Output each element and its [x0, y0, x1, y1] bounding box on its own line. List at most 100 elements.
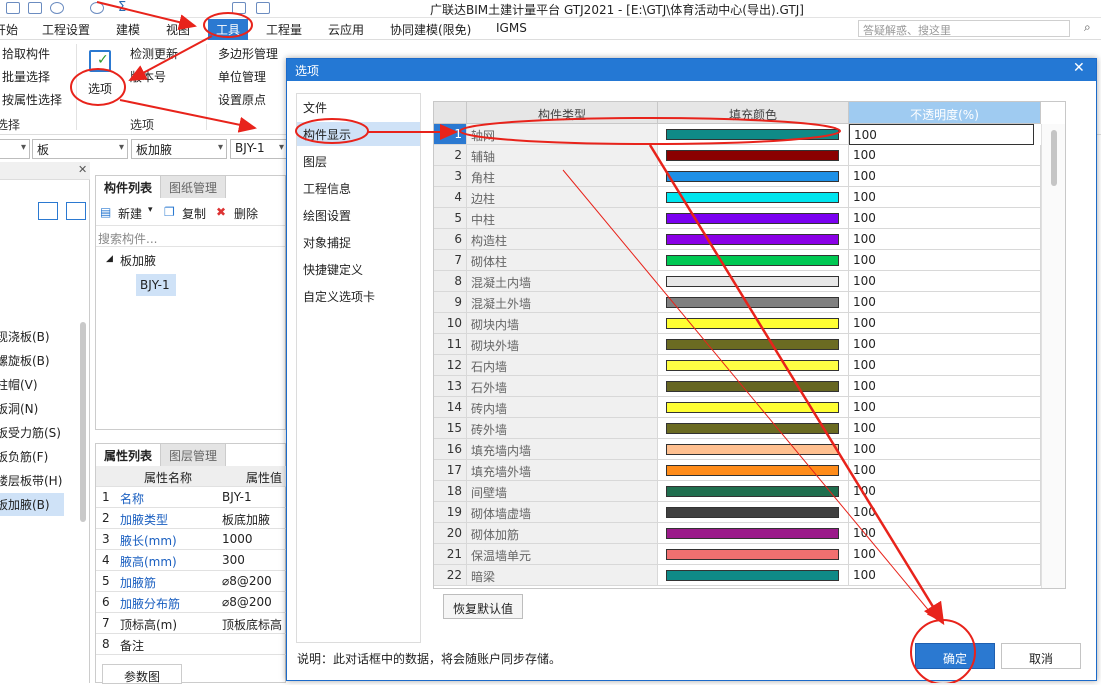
fill-color-cell[interactable] — [658, 397, 849, 418]
batch-select-button[interactable]: 批量选择 — [2, 68, 50, 85]
table-row[interactable]: 8 混凝土内墙 100 — [434, 271, 1065, 292]
color-swatch[interactable] — [666, 528, 839, 539]
tree-child-node[interactable]: BJY-1 — [136, 274, 176, 296]
property-value[interactable]: BJY-1 — [222, 490, 252, 504]
fill-color-cell[interactable] — [658, 355, 849, 376]
search-icon[interactable]: ⌕ — [1084, 20, 1091, 35]
select-by-property-button[interactable]: 按属性选择 — [2, 91, 62, 108]
table-row[interactable]: 20 砌体加筋 100 — [434, 523, 1065, 544]
table-row[interactable]: 22 暗梁 100 — [434, 565, 1065, 586]
color-swatch[interactable] — [666, 171, 839, 182]
combo-component[interactable]: BJY-1 — [230, 139, 288, 159]
color-swatch[interactable] — [666, 465, 839, 476]
menu-collab[interactable]: 协同建模(限免) — [390, 21, 471, 38]
combo-floor[interactable] — [0, 139, 30, 159]
color-swatch[interactable] — [666, 423, 839, 434]
dialog-nav-layer[interactable]: 图层 — [297, 149, 420, 173]
nav-item-haunch[interactable]: 板加腋(B) — [0, 493, 64, 516]
opacity-cell[interactable]: 100 — [849, 460, 1041, 481]
property-row[interactable]: 3 腋长(mm) 1000 — [96, 529, 287, 550]
table-row[interactable]: 7 砌体柱 100 — [434, 250, 1065, 271]
menu-view[interactable]: 视图 — [166, 21, 190, 38]
opacity-cell[interactable]: 100 — [849, 229, 1041, 250]
table-row[interactable]: 12 石内墙 100 — [434, 355, 1065, 376]
close-icon[interactable]: ✕ — [78, 163, 87, 176]
nav-item-slab-band[interactable]: 楼层板带(H) — [0, 472, 62, 489]
property-row[interactable]: 5 加腋筋 ⌀8@200 — [96, 571, 287, 592]
close-icon[interactable]: ✕ — [1073, 60, 1085, 76]
table-row[interactable]: 16 填充墙内墙 100 — [434, 439, 1065, 460]
nav-item-neg-rebar[interactable]: 板负筋(F) — [0, 448, 48, 465]
options-icon[interactable]: ✓ — [89, 50, 111, 72]
nav-item-column-cap[interactable]: 柱帽(V) — [0, 376, 38, 393]
table-row[interactable]: 1 轴网 100 — [434, 124, 1065, 145]
delete-button[interactable]: 删除 — [234, 205, 258, 222]
tab-param-diagram[interactable]: 参数图 — [102, 664, 182, 684]
table-row[interactable]: 17 填充墙外墙 100 — [434, 460, 1065, 481]
property-row[interactable]: 7 顶标高(m) 顶板底标高 — [96, 613, 287, 634]
dialog-nav-shortcut[interactable]: 快捷键定义 — [297, 257, 420, 281]
opacity-cell[interactable]: 100 — [849, 334, 1041, 355]
opacity-cell[interactable]: 100 — [849, 292, 1041, 313]
table-row[interactable]: 19 砌体墙虚墙 100 — [434, 502, 1065, 523]
fill-color-cell[interactable] — [658, 145, 849, 166]
property-value[interactable]: 300 — [222, 553, 245, 567]
grid-icon[interactable] — [232, 2, 246, 14]
opacity-cell[interactable]: 100 — [849, 481, 1041, 502]
fill-color-cell[interactable] — [658, 460, 849, 481]
fill-color-cell[interactable] — [658, 124, 849, 145]
fill-color-cell[interactable] — [658, 439, 849, 460]
opacity-cell[interactable]: 100 — [849, 397, 1041, 418]
tree-parent-node[interactable]: 板加腋 — [120, 252, 156, 269]
table-row[interactable]: 9 混凝土外墙 100 — [434, 292, 1065, 313]
new-icon[interactable]: ▤ — [100, 205, 111, 219]
opacity-cell[interactable]: 100 — [849, 565, 1041, 586]
help-search-input[interactable]: 答疑解惑、搜这里 — [858, 20, 1070, 37]
table-row[interactable]: 3 角柱 100 — [434, 166, 1065, 187]
menu-modeling[interactable]: 建模 — [116, 21, 140, 38]
fill-color-cell[interactable] — [658, 166, 849, 187]
opacity-cell[interactable]: 100 — [849, 502, 1041, 523]
color-swatch[interactable] — [666, 318, 839, 329]
fill-color-cell[interactable] — [658, 313, 849, 334]
table-row[interactable]: 4 边柱 100 — [434, 187, 1065, 208]
ok-button[interactable]: 确定 — [915, 643, 995, 669]
redo-icon[interactable] — [90, 2, 104, 14]
table-row[interactable]: 10 砌块内墙 100 — [434, 313, 1065, 334]
component-search-input[interactable]: 搜索构件... — [96, 227, 285, 247]
color-swatch[interactable] — [666, 213, 839, 224]
property-row[interactable]: 4 腋高(mm) 300 — [96, 550, 287, 571]
opacity-cell[interactable]: 100 — [849, 418, 1041, 439]
nav-item-cast-slab[interactable]: 现浇板(B) — [0, 328, 50, 345]
table-row[interactable]: 5 中柱 100 — [434, 208, 1065, 229]
fill-color-cell[interactable] — [658, 229, 849, 250]
menu-cloud[interactable]: 云应用 — [328, 21, 364, 38]
opacity-cell[interactable]: 100 — [849, 208, 1041, 229]
tab-property-list[interactable]: 属性列表 — [96, 444, 162, 466]
property-value[interactable]: 1000 — [222, 532, 253, 546]
color-swatch[interactable] — [666, 360, 839, 371]
scrollbar-thumb[interactable] — [1051, 130, 1057, 186]
dialog-nav-component-display[interactable]: 构件显示 — [297, 122, 420, 146]
color-swatch[interactable] — [666, 486, 839, 497]
opacity-cell[interactable]: 100 — [849, 439, 1041, 460]
menu-igms[interactable]: IGMS — [496, 21, 527, 35]
undo-icon[interactable] — [50, 2, 64, 14]
save-icon[interactable] — [28, 2, 42, 14]
property-value[interactable]: ⌀8@200 — [222, 595, 272, 609]
opacity-cell[interactable]: 100 — [849, 145, 1041, 166]
color-swatch[interactable] — [666, 444, 839, 455]
table-row[interactable]: 15 砖外墙 100 — [434, 418, 1065, 439]
menu-tools[interactable]: 工具 — [208, 19, 249, 40]
color-swatch[interactable] — [666, 129, 839, 140]
fill-color-cell[interactable] — [658, 502, 849, 523]
color-swatch[interactable] — [666, 381, 839, 392]
table-scrollbar[interactable] — [1041, 124, 1065, 588]
opacity-cell[interactable]: 100 — [849, 313, 1041, 334]
opacity-cell[interactable]: 100 — [849, 166, 1041, 187]
options-button[interactable]: 选项 — [88, 80, 112, 97]
opacity-cell[interactable]: 100 — [849, 124, 1034, 145]
restore-defaults-button[interactable]: 恢复默认值 — [443, 594, 523, 619]
chevron-down-icon[interactable]: ▾ — [148, 205, 153, 215]
pick-component-button[interactable]: 拾取构件 — [2, 45, 50, 62]
